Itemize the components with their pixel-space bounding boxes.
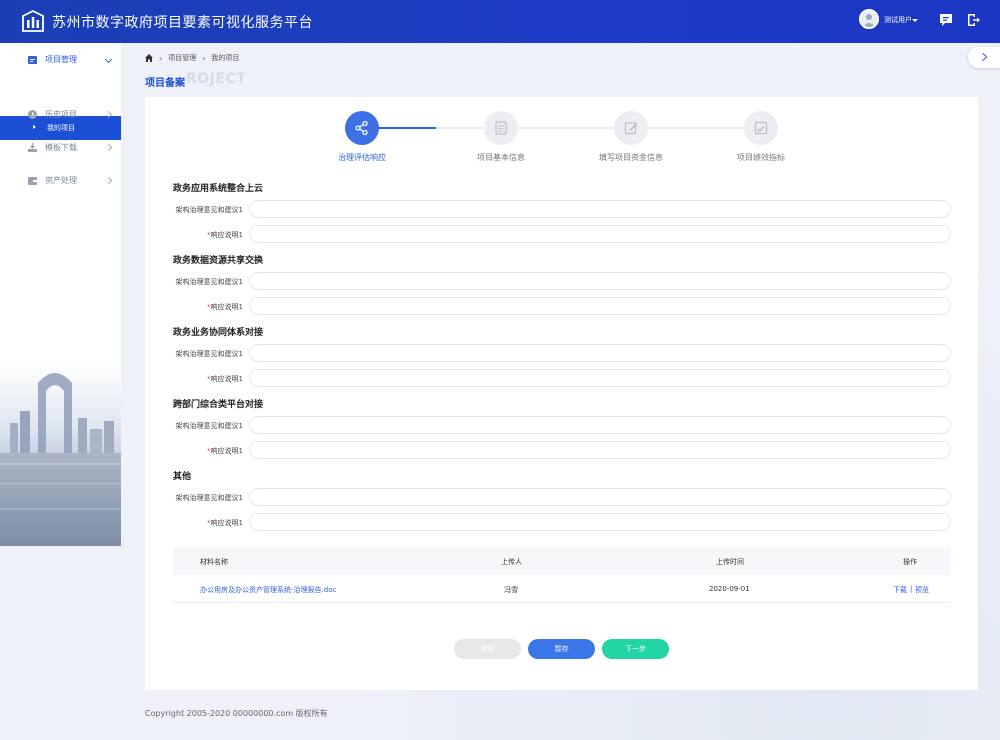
table-header: 材料名称 上传人 上传时间 操作 (173, 547, 951, 575)
share-nodes-icon (355, 120, 368, 136)
save-draft-button[interactable]: 暂存 (528, 639, 595, 659)
sidebar-item-label: 项目管理 (45, 54, 77, 64)
clock-icon (28, 109, 37, 119)
step-fund-info[interactable] (614, 111, 648, 145)
footer-copyright: Copyright 2005-2020 00000000.com 版权所有 (145, 709, 328, 718)
field-label: 架构治理意见和建议1 (175, 206, 243, 214)
column-header: 上传时间 (716, 558, 744, 566)
column-header: 材料名称 (200, 558, 228, 566)
breadcrumb-item[interactable]: 我的项目 (211, 53, 239, 63)
preview-link[interactable]: 预览 (915, 585, 929, 595)
page-title-watermark: ROJECT (186, 71, 247, 87)
avatar[interactable] (859, 9, 879, 29)
city-skyline-image (0, 363, 121, 546)
response-note-input[interactable] (249, 297, 951, 315)
step-label: 项目绩效指标 (737, 153, 785, 162)
section-title: 政务业务协同体系对接 (173, 328, 264, 338)
user-name[interactable]: 测试用户 (884, 15, 912, 25)
top-header: 苏州市数字政府项目要素可视化服务平台 测试用户 (0, 0, 1000, 43)
sidebar: 项目管理 我的项目 历史项目 模板下载 资产处理 (0, 43, 121, 546)
field-label: *响应说明1 (207, 375, 243, 383)
architecture-advice-input[interactable] (249, 344, 951, 362)
upload-time-cell: 2020-09-01 (709, 585, 750, 593)
breadcrumb-separator: › (202, 53, 206, 63)
app-title: 苏州市数字政府项目要素可视化服务平台 (52, 15, 313, 31)
sidebar-item-asset-processing[interactable]: 资产处理 (0, 166, 121, 194)
sidebar-item-history[interactable]: 历史项目 (0, 100, 121, 128)
chevron-right-icon (104, 176, 113, 184)
main-card: 治理评估响应 项目基本信息 填写项目资金信息 项目绩效指标 政务应用系统整合上云… (145, 97, 978, 690)
column-header: 上传人 (501, 558, 522, 566)
field-label: 架构治理意见和建议1 (175, 350, 243, 358)
response-note-input[interactable] (249, 369, 951, 387)
step-label: 治理评估响应 (338, 153, 386, 162)
home-icon[interactable] (145, 54, 153, 62)
column-header: 操作 (903, 558, 917, 566)
chevron-down-icon (104, 55, 113, 63)
breadcrumb-separator: › (159, 53, 163, 63)
back-button[interactable]: 返回 (454, 639, 521, 659)
architecture-advice-input[interactable] (249, 200, 951, 218)
step-performance[interactable] (744, 111, 778, 145)
chevron-right-icon (104, 110, 113, 118)
response-note-input[interactable] (249, 441, 951, 459)
logo-icon (22, 10, 44, 32)
message-icon[interactable] (938, 12, 954, 28)
step-label: 填写项目资金信息 (599, 153, 663, 162)
field-label: *响应说明1 (207, 519, 243, 527)
next-step-button[interactable]: 下一步 (602, 639, 669, 659)
architecture-advice-input[interactable] (249, 416, 951, 434)
architecture-advice-input[interactable] (249, 488, 951, 506)
step-basic-info[interactable] (484, 111, 518, 145)
sidebar-item-label: 资产处理 (45, 175, 77, 185)
field-label: *响应说明1 (207, 231, 243, 239)
field-label: 架构治理意见和建议1 (175, 278, 243, 286)
field-label: 架构治理意见和建议1 (175, 494, 243, 502)
sidebar-item-template-download[interactable]: 模板下载 (0, 133, 121, 161)
breadcrumb: › 项目管理 › 我的项目 (145, 53, 239, 63)
response-note-input[interactable] (249, 513, 951, 531)
page-title: 项目备案 (145, 78, 185, 89)
chevron-down-icon[interactable] (912, 19, 918, 22)
edit-icon (624, 122, 638, 135)
field-label: 架构治理意见和建议1 (175, 422, 243, 430)
sidebar-item-label: 模板下载 (45, 142, 77, 152)
uploader-cell: 冯雪 (504, 586, 518, 594)
download-link[interactable]: 下载 (893, 585, 907, 595)
logout-icon[interactable] (965, 12, 981, 28)
breadcrumb-item[interactable]: 项目管理 (168, 53, 196, 63)
response-note-input[interactable] (249, 225, 951, 243)
chevron-right-icon (104, 143, 113, 151)
section-title: 政务数据资源共享交换 (173, 256, 264, 266)
section-title: 其他 (173, 472, 192, 482)
document-icon (495, 121, 507, 135)
field-label: *响应说明1 (207, 447, 243, 455)
section-title: 跨部门综合类平台对接 (173, 400, 264, 410)
sidebar-item-label: 历史项目 (45, 109, 77, 119)
download-icon (28, 142, 37, 152)
chevron-right-icon (978, 52, 988, 62)
folder-icon (28, 55, 37, 64)
architecture-advice-input[interactable] (249, 272, 951, 290)
section-title: 政务应用系统整合上云 (173, 184, 264, 194)
sidebar-item-project-management[interactable]: 项目管理 (0, 45, 121, 73)
file-name-link[interactable]: 办公用房及办公资产管理系统-治理报告.doc (200, 585, 336, 595)
wallet-icon (28, 176, 37, 185)
table-row: 办公用房及办公资产管理系统-治理报告.doc 冯雪 2020-09-01 下载 … (173, 575, 951, 603)
step-label: 项目基本信息 (477, 153, 525, 162)
action-separator: | (910, 585, 913, 593)
chart-check-icon (754, 121, 768, 135)
expand-panel-button[interactable] (968, 47, 1000, 68)
field-label: *响应说明1 (207, 303, 243, 311)
step-governance[interactable] (345, 111, 379, 145)
